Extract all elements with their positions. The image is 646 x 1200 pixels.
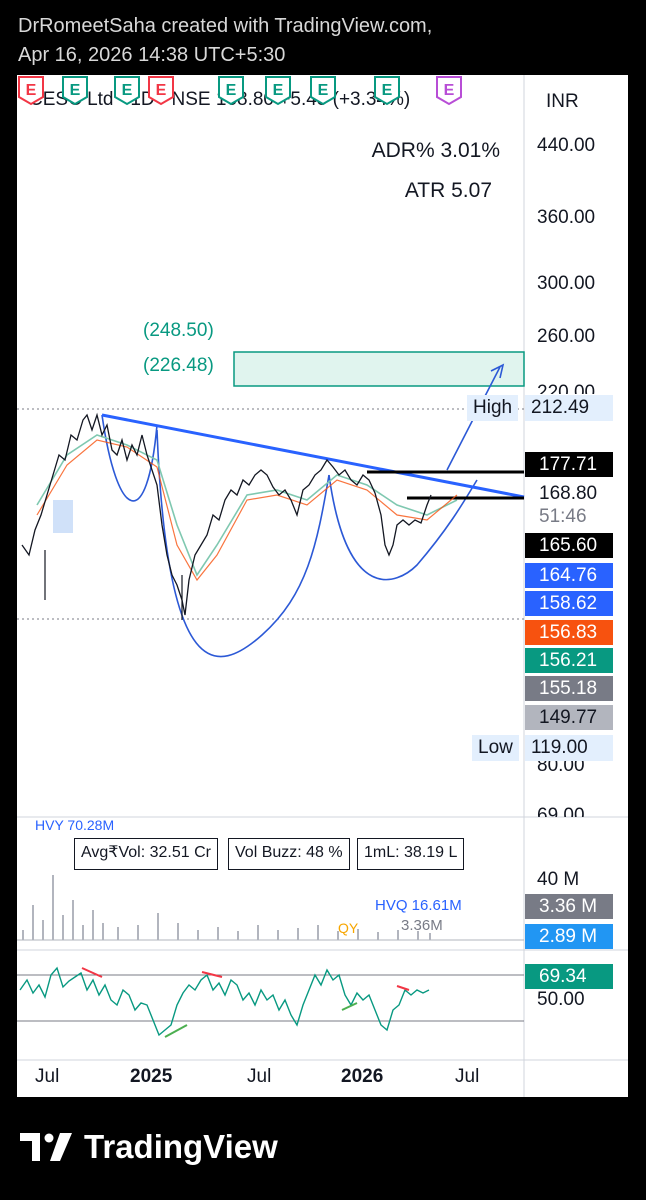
earnings-icon[interactable]: E: [373, 75, 401, 106]
axis-label: 360.00: [537, 207, 596, 228]
currency-label[interactable]: INR: [546, 91, 579, 113]
highlight-box: [53, 500, 73, 533]
price-tag-current[interactable]: 168.80: [525, 481, 613, 506]
price-tag-149[interactable]: 149.77: [525, 705, 613, 730]
author-line: DrRomeetSaha created with TradingView.co…: [18, 15, 433, 37]
svg-text:E: E: [318, 82, 329, 99]
earnings-icon[interactable]: E: [309, 75, 337, 106]
rsi-line: [19, 966, 430, 1037]
right-shoulder-curve: [328, 474, 478, 581]
tradingview-logo-icon: [20, 1133, 72, 1161]
earnings-icon[interactable]: E: [17, 75, 45, 106]
low-label: Low: [472, 735, 519, 761]
time-label: Jul: [35, 1066, 60, 1087]
target-high-label: (248.50): [143, 320, 214, 341]
target-low-label: (226.48): [143, 355, 214, 376]
earnings-icon[interactable]: E: [435, 75, 463, 106]
time-label: 2025: [130, 1066, 173, 1087]
atr-readout: ATR 5.07: [404, 179, 492, 202]
price-tag-177[interactable]: 177.71: [525, 452, 613, 477]
svg-text:E: E: [122, 82, 133, 99]
vol-buzz-box: Vol Buzz: 48 %: [228, 838, 350, 870]
one-ml-box: 1mL: 38.19 L: [357, 838, 465, 870]
hvq-label: HVQ 16.61M: [375, 897, 462, 914]
rsi-divergence-3: [396, 985, 410, 991]
bar-countdown: 51:46: [525, 504, 613, 529]
volume-ma-tag[interactable]: 2.89 M: [525, 924, 613, 949]
earnings-icon[interactable]: E: [217, 75, 245, 106]
avg-vol-box: Avg₹Vol: 32.51 Cr: [74, 838, 218, 870]
chart-card[interactable]: CESC Ltd · 1D · NSE 168.80 +5.45 (+3.34%…: [17, 75, 628, 1097]
svg-text:E: E: [156, 82, 167, 99]
svg-text:E: E: [226, 82, 237, 99]
svg-text:E: E: [444, 82, 455, 99]
time-label: 2026: [341, 1066, 384, 1087]
rsi-value-tag[interactable]: 69.34: [525, 964, 613, 989]
price-tag-165[interactable]: 165.60: [525, 533, 613, 558]
price-tag-155[interactable]: 155.18: [525, 676, 613, 701]
svg-text:E: E: [26, 82, 37, 99]
target-zone[interactable]: [233, 351, 525, 387]
earnings-icon[interactable]: E: [264, 75, 292, 106]
adr-readout: ADR% 3.01%: [371, 139, 500, 162]
high-value: 212.49: [525, 395, 613, 421]
axis-label: 220.00: [537, 382, 596, 394]
earnings-icon[interactable]: E: [113, 75, 141, 106]
volume-axis-label: 40 M: [537, 869, 580, 890]
price-tag-158[interactable]: 158.62: [525, 591, 613, 616]
moving-average-orange: [36, 439, 458, 582]
time-label: Jul: [247, 1066, 272, 1087]
price-tag-156-21[interactable]: 156.21: [525, 648, 613, 673]
moving-average-teal: [36, 434, 458, 577]
axis-label: 300.00: [537, 273, 596, 294]
volume-tag[interactable]: 3.36 M: [525, 894, 613, 919]
left-shoulder-curve: [101, 414, 158, 502]
qy-label: QY: [338, 920, 359, 936]
hvy-label: HVY 70.28M: [35, 817, 115, 833]
time-label: Jul: [455, 1066, 480, 1087]
high-label: High: [467, 395, 519, 421]
earnings-icon[interactable]: E: [147, 75, 175, 106]
rsi-bull-divergence-2: [341, 1002, 358, 1011]
tradingview-logo[interactable]: TradingView: [20, 1128, 278, 1166]
low-value: 119.00: [525, 735, 613, 761]
current-volume-label: 3.36M: [401, 917, 443, 934]
rsi-divergence-1: [81, 967, 103, 978]
price-tag-164[interactable]: 164.76: [525, 563, 613, 588]
axis-label: 260.00: [537, 326, 596, 347]
rsi-axis-label: 50.00: [537, 989, 585, 1010]
svg-text:E: E: [70, 82, 81, 99]
head-curve: [156, 429, 330, 658]
price-tag-156-83[interactable]: 156.83: [525, 620, 613, 645]
earnings-icon[interactable]: E: [61, 75, 89, 106]
volume-bars: [22, 875, 431, 940]
axis-label: 440.00: [537, 135, 596, 156]
svg-text:E: E: [273, 82, 284, 99]
brand-name: TradingView: [84, 1128, 278, 1165]
timestamp-line: Apr 16, 2026 14:38 UTC+5:30: [18, 44, 286, 66]
axis-label: 69.00: [537, 805, 585, 817]
svg-text:E: E: [382, 82, 393, 99]
chart-header: DrRomeetSaha created with TradingView.co…: [18, 12, 432, 70]
